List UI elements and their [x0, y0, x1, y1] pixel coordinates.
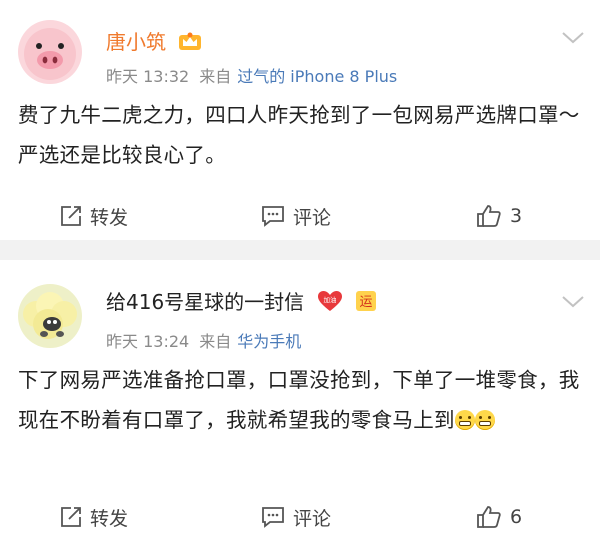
repost-button[interactable]: 转发 [60, 196, 128, 236]
post-content-text: 下了网易严选准备抢口罩，口罩没抢到，下单了一堆零食，我现在不盼着有口罩了，我就希… [18, 368, 580, 432]
post-time: 昨天 13:32 [106, 67, 190, 86]
from-label: 来自 [199, 332, 232, 351]
from-label: 来自 [199, 67, 232, 86]
repost-icon [61, 507, 81, 527]
username-text[interactable]: 给416号星球的一封信 [106, 290, 304, 314]
grin-emoji-icon [474, 410, 495, 430]
comment-icon [262, 507, 284, 528]
comment-label: 评论 [293, 507, 332, 530]
post-username[interactable]: 给416号星球的一封信 加油 运 [106, 286, 377, 317]
repost-label: 转发 [90, 206, 129, 229]
luck-badge: 运 [355, 290, 377, 317]
post-actions: 转发 评论 6 [0, 497, 600, 537]
thumbs-up-icon [477, 506, 501, 528]
like-count: 3 [510, 205, 523, 227]
repost-label: 转发 [90, 507, 129, 530]
chevron-down-icon[interactable] [560, 294, 586, 310]
grin-emoji-icon [454, 410, 475, 430]
chevron-down-icon[interactable] [560, 30, 586, 46]
post-meta: 昨天 13:32 来自 过气的 iPhone 8 Plus [106, 63, 397, 87]
sheep-avatar[interactable] [18, 284, 82, 348]
like-button[interactable]: 3 [476, 196, 522, 236]
username-text[interactable]: 唐小筑 [106, 30, 166, 54]
vip-crown-icon [178, 31, 202, 56]
post-content: 费了九牛二虎之力，四口人昨天抢到了一包网易严选牌口罩～ 严选还是比较良心了。 [18, 103, 580, 167]
comment-label: 评论 [293, 206, 332, 229]
post-card-2[interactable]: 给416号星球的一封信 加油 运 昨天 13:24 来自 华为手机 下了网易严选准备… [0, 260, 600, 534]
feed-divider [0, 240, 600, 260]
thumbs-up-icon [477, 205, 501, 227]
post-time: 昨天 13:24 [106, 332, 190, 351]
badge-text: 加油 [323, 295, 336, 304]
post-card-1[interactable]: 唐小筑 昨天 13:32 来自 过气的 iPhone 8 Plus 费了九牛二虎之力… [0, 0, 600, 240]
comment-icon [262, 206, 284, 227]
post-source[interactable]: 过气的 iPhone 8 Plus [237, 67, 397, 86]
post-actions: 转发 评论 3 [0, 196, 600, 236]
badge2-text: 运 [359, 295, 372, 310]
post-content: 下了网易严选准备抢口罩，口罩没抢到，下单了一堆零食，我现在不盼着有口罩了，我就希… [18, 360, 584, 440]
like-count: 6 [510, 506, 523, 528]
pig-avatar[interactable] [18, 20, 82, 84]
repost-icon [61, 206, 81, 226]
repost-button[interactable]: 转发 [60, 497, 128, 537]
comment-button[interactable]: 评论 [261, 497, 331, 537]
post-username[interactable]: 唐小筑 [106, 26, 202, 56]
like-button[interactable]: 6 [476, 497, 522, 537]
comment-button[interactable]: 评论 [261, 196, 331, 236]
post-meta: 昨天 13:24 来自 华为手机 [106, 328, 301, 352]
post-source[interactable]: 华为手机 [237, 332, 301, 351]
cheer-heart-badge: 加油 [317, 290, 343, 317]
